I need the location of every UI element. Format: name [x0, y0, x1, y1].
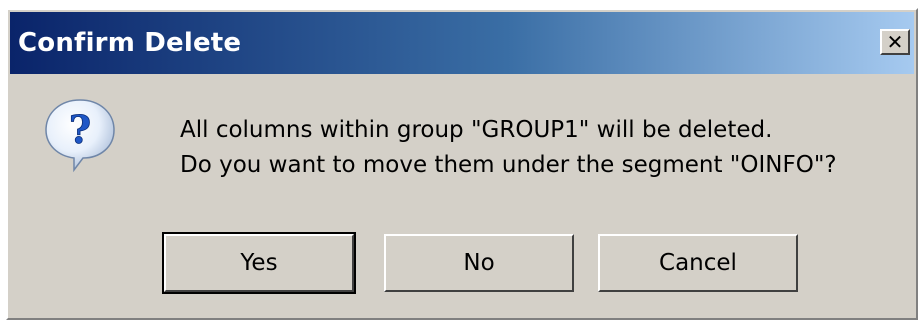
- close-icon: ✕: [886, 30, 904, 54]
- title-bar[interactable]: Confirm Delete ✕: [10, 12, 914, 74]
- close-button[interactable]: ✕: [880, 29, 910, 55]
- no-button[interactable]: No: [384, 234, 574, 292]
- yes-button[interactable]: Yes: [162, 232, 356, 294]
- svg-text:?: ?: [69, 107, 91, 152]
- confirm-delete-dialog: Confirm Delete ✕ ? All columns within gr…: [6, 8, 918, 320]
- message-line-2: Do you want to move them under the segme…: [180, 152, 837, 178]
- question-icon: ?: [45, 99, 115, 173]
- cancel-button[interactable]: Cancel: [598, 234, 798, 292]
- message-line-1: All columns within group "GROUP1" will b…: [180, 117, 773, 143]
- dialog-title: Confirm Delete: [18, 28, 242, 58]
- message-text: All columns within group "GROUP1" will b…: [180, 113, 837, 183]
